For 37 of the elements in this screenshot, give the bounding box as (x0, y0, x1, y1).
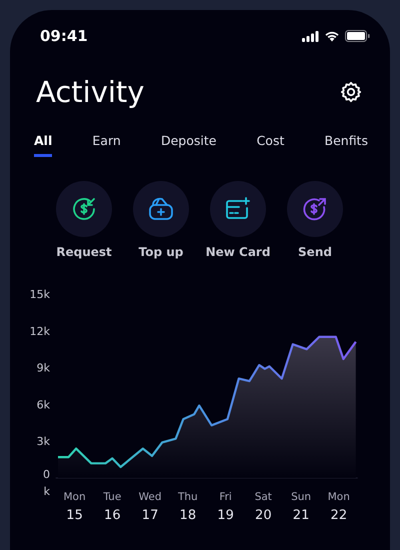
date-label: 21 (292, 508, 310, 523)
day-label: Thu (178, 491, 198, 503)
page-title: Activity (36, 75, 144, 109)
battery-icon (345, 30, 370, 42)
action-label: New Card (206, 245, 270, 259)
tab[interactable]: All (34, 133, 52, 157)
y-axis-label: 0 k (43, 468, 50, 498)
day-label: Mon (328, 491, 350, 503)
tab[interactable]: Cost (256, 133, 284, 157)
action-label: Send (298, 245, 332, 259)
y-axis-label: 3k (36, 435, 50, 448)
y-axis-label: 9k (36, 362, 50, 375)
day-label: Sun (291, 491, 312, 503)
day-label: Sat (254, 491, 272, 503)
date-label: 15 (66, 508, 83, 523)
signal-icon (302, 30, 319, 42)
tab[interactable]: Earn (92, 133, 121, 157)
date-label: 16 (104, 508, 121, 523)
tab[interactable]: Benfits (324, 133, 368, 157)
action-label: Top up (138, 245, 184, 259)
tab[interactable]: Deposite (160, 133, 216, 157)
y-axis-label: 12k (30, 324, 50, 338)
day-label: Wed (138, 491, 162, 503)
date-label: 18 (180, 508, 196, 523)
action-label: Request (56, 245, 112, 259)
y-axis-label: 6k (36, 398, 50, 412)
date-label: 17 (142, 508, 158, 523)
day-label: Fri (219, 491, 232, 503)
y-axis-label: 15k (30, 288, 50, 301)
date-label: 20 (255, 508, 272, 523)
date-label: 19 (217, 508, 234, 523)
status-time: 09:41 (40, 27, 88, 45)
day-label: Tue (103, 491, 122, 503)
settings-icon[interactable] (340, 81, 362, 103)
date-label: 22 (330, 508, 348, 523)
wifi-icon (324, 30, 340, 42)
day-label: Mon (64, 491, 86, 503)
